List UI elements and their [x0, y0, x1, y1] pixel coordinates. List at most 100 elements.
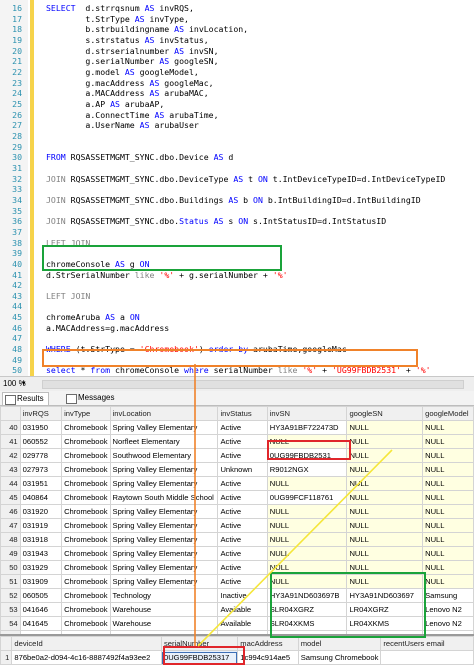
code-line[interactable]: 46 a.MACAddress=g.macAddress: [0, 323, 474, 334]
table-cell[interactable]: NULL: [422, 462, 474, 477]
table-cell[interactable]: Norfleet Elementary: [109, 434, 219, 449]
column-header[interactable]: macAddress: [237, 636, 299, 651]
table-cell[interactable]: 060552: [19, 434, 63, 449]
results-grid-1[interactable]: invRQS invType invLocation invStatus invSN go…: [0, 406, 474, 634]
code-line[interactable]: 26 a.ConnectTime AS arubaTime,: [0, 110, 474, 121]
sql-editor[interactable]: 16 SELECT d.strrqsnum AS invRQS, 17 t.StrT…: [0, 0, 474, 376]
table-cell[interactable]: Samsung: [422, 588, 474, 603]
table-cell[interactable]: Active: [217, 504, 268, 519]
table-cell[interactable]: Available: [217, 602, 268, 617]
table-cell[interactable]: NULL: [346, 560, 424, 575]
table-cell[interactable]: Chromebook: [61, 560, 111, 575]
code-line[interactable]: 37: [0, 227, 474, 238]
table-cell[interactable]: NULL: [346, 546, 424, 561]
table-cell[interactable]: HY3A91ND603697B: [266, 588, 348, 603]
table-cell[interactable]: 031950: [19, 420, 63, 435]
table-cell[interactable]: 031951: [19, 476, 63, 491]
code-line[interactable]: 44: [0, 301, 474, 312]
table-cell[interactable]: NULL: [422, 420, 474, 435]
table-cell[interactable]: NULL: [422, 434, 474, 449]
table-cell[interactable]: HY3A91BF722473D: [266, 420, 348, 435]
column-header[interactable]: recentUsers email: [380, 636, 474, 651]
table-cell[interactable]: Chromebook: [61, 602, 111, 617]
table-cell[interactable]: Spring Valley Elementary: [109, 546, 219, 561]
code-line[interactable]: 31: [0, 163, 474, 174]
code-line[interactable]: 18 b.strbuildingname AS invLocation,: [0, 24, 474, 35]
table-cell[interactable]: 031943: [19, 546, 63, 561]
table-cell[interactable]: NULL: [422, 532, 474, 547]
table-cell[interactable]: 876be0a2-d094-4c16-8887492f4a93ee2: [11, 650, 162, 665]
code-line[interactable]: 27 a.UserName AS arubaUser: [0, 120, 474, 131]
table-cell[interactable]: Available: [217, 616, 268, 631]
table-cell[interactable]: Active: [217, 546, 268, 561]
table-cell[interactable]: NULL: [346, 420, 424, 435]
tab-results[interactable]: Results: [2, 392, 49, 405]
table-cell[interactable]: NULL: [346, 504, 424, 519]
table-cell[interactable]: NULL: [266, 518, 348, 533]
table-cell[interactable]: 031909: [19, 574, 63, 589]
table-cell[interactable]: NULL: [266, 560, 348, 575]
table-cell[interactable]: 031919: [19, 518, 63, 533]
table-cell[interactable]: Lenovo N2: [422, 616, 474, 631]
table-cell[interactable]: NULL: [422, 574, 474, 589]
table-row[interactable]: 40 031950 Chromebook Spring Valley Elementa…: [0, 420, 474, 435]
table-cell[interactable]: Active: [217, 518, 268, 533]
table-cell[interactable]: Warehouse: [109, 616, 219, 631]
table-row[interactable]: 45 040864 Chromebook Raytown South Middle S…: [0, 490, 474, 505]
table-cell[interactable]: Spring Valley Elementary: [109, 532, 219, 547]
table-cell[interactable]: Chromebook: [61, 448, 111, 463]
row-number[interactable]: 52: [0, 588, 21, 603]
table-cell[interactable]: Southwood Elementary: [109, 448, 219, 463]
code-line[interactable]: 48 WHERE (t.StrType = 'Chromebook') order…: [0, 344, 474, 355]
table-cell[interactable]: NULL: [266, 532, 348, 547]
table-cell[interactable]: NULL: [422, 560, 474, 575]
code-line[interactable]: 16 SELECT d.strrqsnum AS invRQS,: [0, 3, 474, 14]
table-cell[interactable]: LR04XKMS: [346, 616, 424, 631]
table-row[interactable]: 54 041645 Chromebook Warehouse Available SLR0…: [0, 616, 474, 631]
row-number[interactable]: 41: [0, 434, 21, 449]
code-line[interactable]: 32 JOIN RQSASSETMGMT_SYNC.dbo.DeviceType …: [0, 174, 474, 185]
row-number[interactable]: 50: [0, 560, 21, 575]
code-line[interactable]: 35: [0, 206, 474, 217]
table-row[interactable]: 50 031929 Chromebook Spring Valley Elementa…: [0, 560, 474, 575]
table-cell[interactable]: NULL: [422, 518, 474, 533]
code-line[interactable]: 33: [0, 184, 474, 195]
table-cell[interactable]: Chromebook: [61, 532, 111, 547]
table-cell[interactable]: HY3A91ND603697: [346, 588, 424, 603]
table-cell[interactable]: 031929: [19, 560, 63, 575]
code-line[interactable]: 29: [0, 142, 474, 153]
table-cell[interactable]: Spring Valley Elementary: [109, 518, 219, 533]
row-number[interactable]: 51: [0, 574, 21, 589]
code-line[interactable]: 17 t.StrType AS invType,: [0, 14, 474, 25]
table-cell[interactable]: Lenovo N2: [422, 602, 474, 617]
code-line[interactable]: 49: [0, 355, 474, 366]
code-line[interactable]: 23 g.macAddress AS googleMac,: [0, 78, 474, 89]
table-cell[interactable]: Spring Valley Elementary: [109, 462, 219, 477]
table-cell[interactable]: Chromebook: [61, 504, 111, 519]
table-row[interactable]: 53 041646 Chromebook Warehouse Available SLR0…: [0, 602, 474, 617]
horizontal-scrollbar[interactable]: [42, 380, 464, 389]
table-cell[interactable]: Chromebook: [61, 462, 111, 477]
table-cell[interactable]: NULL: [266, 574, 348, 589]
code-line[interactable]: 41 d.StrSerialNumber like '%' + g.serialN…: [0, 270, 474, 281]
table-row[interactable]: 48 031918 Chromebook Spring Valley Elementa…: [0, 532, 474, 547]
column-header[interactable]: [0, 636, 13, 651]
column-header[interactable]: deviceId: [11, 636, 162, 651]
table-cell[interactable]: 031920: [19, 504, 63, 519]
table-cell[interactable]: Chromebook: [61, 546, 111, 561]
table-cell[interactable]: 031918: [19, 532, 63, 547]
table-cell[interactable]: NULL: [346, 490, 424, 505]
column-header[interactable]: googleSN: [346, 406, 424, 421]
table-cell[interactable]: SLR04XKMS: [266, 616, 348, 631]
table-cell[interactable]: R9012NGX: [266, 462, 348, 477]
table-cell[interactable]: Active: [217, 476, 268, 491]
table-cell[interactable]: NULL: [346, 434, 424, 449]
table-cell[interactable]: Raytown South Middle School: [109, 490, 219, 505]
row-number[interactable]: 48: [0, 532, 21, 547]
table-cell[interactable]: Active: [217, 560, 268, 575]
table-cell[interactable]: NULL: [346, 518, 424, 533]
table-cell[interactable]: 041646: [19, 602, 63, 617]
column-header[interactable]: googleModel: [422, 406, 474, 421]
column-header[interactable]: serialNumber: [160, 636, 239, 651]
table-cell[interactable]: 040864: [19, 490, 63, 505]
